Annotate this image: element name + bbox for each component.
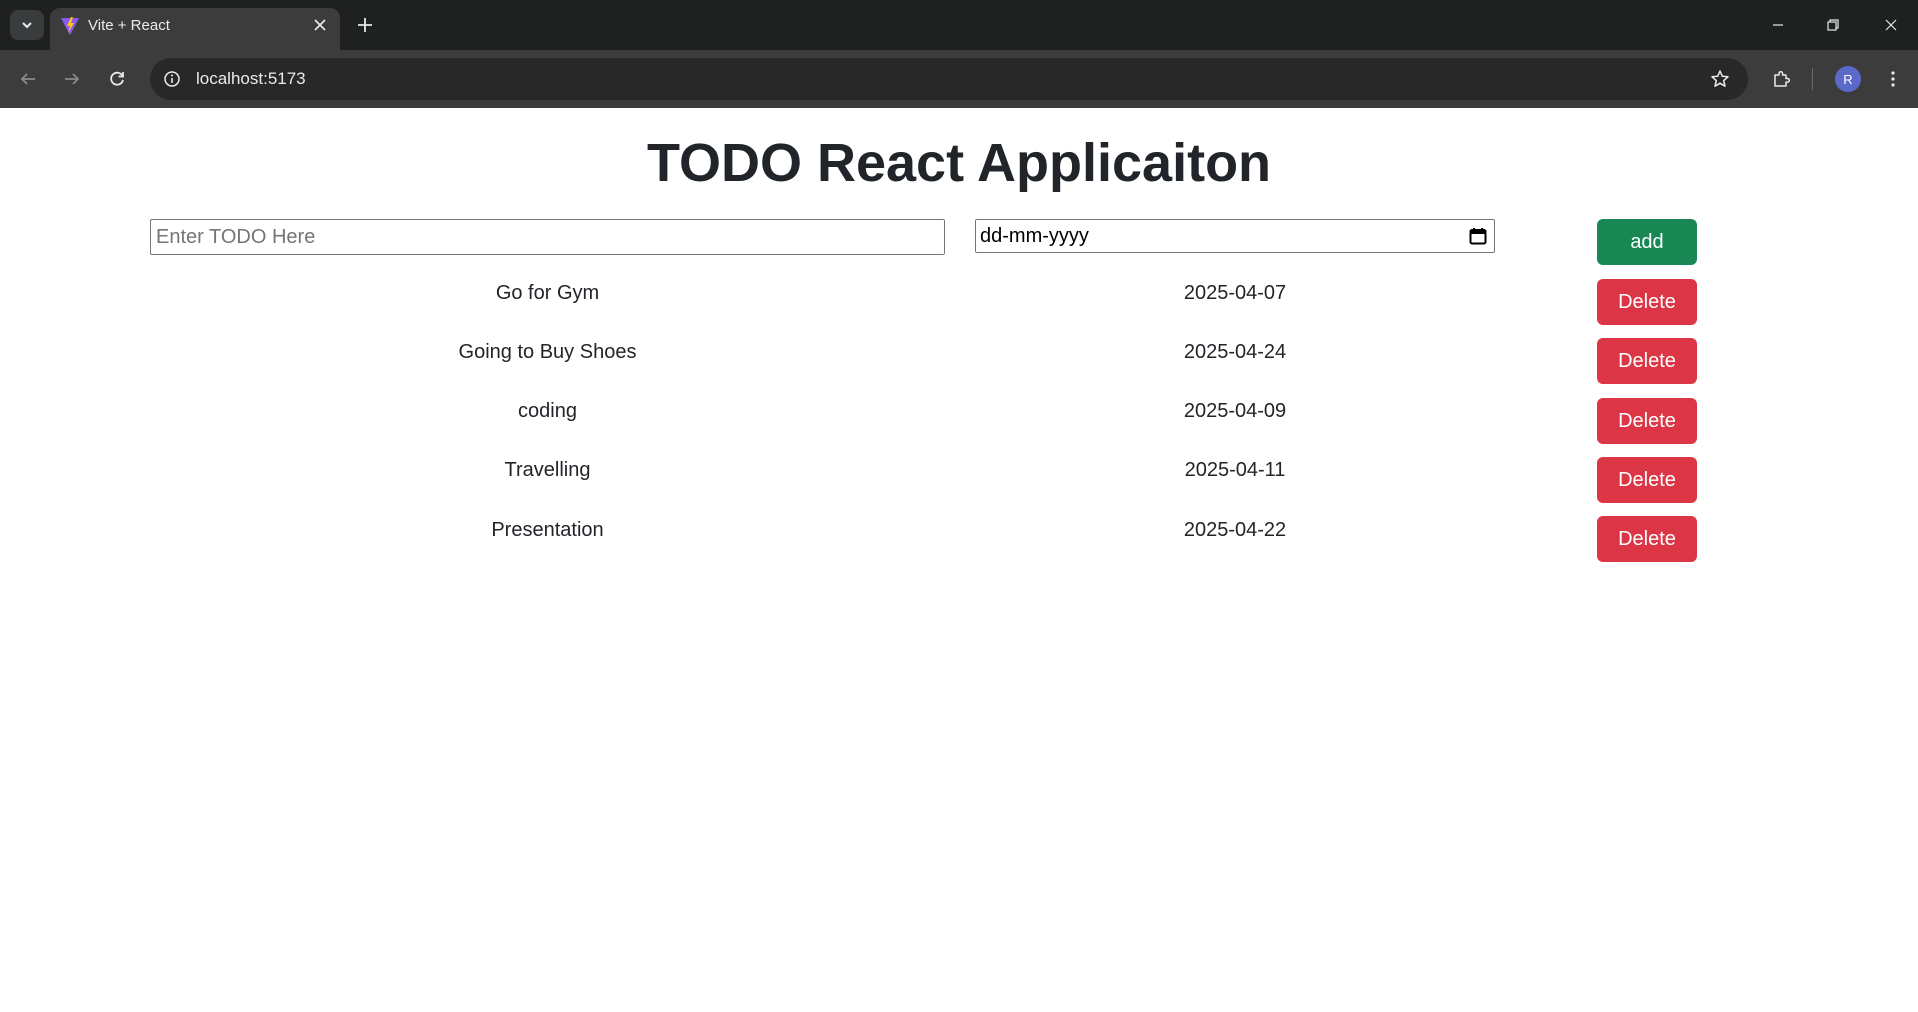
vite-logo-icon bbox=[61, 17, 79, 35]
todo-name-input[interactable] bbox=[150, 219, 945, 255]
window-close-button[interactable] bbox=[1876, 10, 1906, 40]
url-text: localhost:5173 bbox=[196, 69, 306, 88]
close-icon bbox=[314, 19, 326, 31]
close-icon bbox=[1885, 19, 1897, 31]
more-vert-icon bbox=[1891, 71, 1895, 87]
todo-name: Going to Buy Shoes bbox=[458, 341, 637, 363]
calendar-icon bbox=[1469, 228, 1487, 245]
tab-search-button[interactable] bbox=[10, 10, 44, 40]
date-placeholder: dd-mm-yyyy bbox=[980, 225, 1089, 247]
todo-date: 2025-04-07 bbox=[1183, 282, 1287, 304]
delete-button[interactable]: Delete bbox=[1597, 338, 1697, 384]
browser-tab-strip: Vite + React bbox=[0, 0, 1918, 50]
forward-button[interactable] bbox=[56, 63, 88, 95]
tab-close-button[interactable] bbox=[310, 15, 330, 35]
todo-date-input[interactable]: dd-mm-yyyy bbox=[975, 219, 1495, 253]
delete-button[interactable]: Delete bbox=[1597, 398, 1697, 444]
arrow-left-icon bbox=[20, 73, 35, 85]
browser-toolbar: localhost:5173 R bbox=[0, 50, 1918, 108]
arrow-right-icon bbox=[65, 73, 80, 85]
delete-button[interactable]: Delete bbox=[1597, 457, 1697, 503]
calendar-picker-button[interactable] bbox=[1468, 226, 1488, 246]
page-content: TODO React Applicaiton dd-mm-yyyy add Go… bbox=[0, 108, 1918, 1012]
star-icon bbox=[1711, 70, 1729, 87]
toolbar-divider bbox=[1812, 68, 1813, 90]
delete-button[interactable]: Delete bbox=[1597, 516, 1697, 562]
todo-date: 2025-04-24 bbox=[1183, 341, 1287, 363]
new-tab-button[interactable] bbox=[350, 10, 380, 40]
tab-title: Vite + React bbox=[88, 17, 170, 34]
site-info-button[interactable] bbox=[160, 67, 184, 91]
plus-icon bbox=[358, 18, 372, 32]
profile-avatar[interactable]: R bbox=[1835, 66, 1861, 92]
todo-name: Travelling bbox=[504, 459, 591, 481]
todo-name: coding bbox=[518, 400, 577, 422]
chevron-down-icon bbox=[22, 22, 32, 29]
todo-date: 2025-04-09 bbox=[1183, 400, 1287, 422]
reload-icon bbox=[110, 71, 124, 86]
reload-button[interactable] bbox=[101, 63, 133, 95]
address-bar[interactable]: localhost:5173 bbox=[150, 58, 1748, 100]
todo-name: Presentation bbox=[491, 519, 604, 541]
bookmark-button[interactable] bbox=[1708, 67, 1732, 91]
info-icon bbox=[164, 71, 180, 87]
page-title: TODO React Applicaiton bbox=[646, 133, 1272, 193]
browser-menu-button[interactable] bbox=[1877, 63, 1909, 95]
todo-date: 2025-04-11 bbox=[1184, 459, 1286, 481]
delete-button[interactable]: Delete bbox=[1597, 279, 1697, 325]
todo-date: 2025-04-22 bbox=[1183, 519, 1287, 541]
puzzle-icon bbox=[1774, 70, 1791, 87]
restore-button[interactable] bbox=[1818, 10, 1848, 40]
add-button[interactable]: add bbox=[1597, 219, 1697, 265]
back-button[interactable] bbox=[12, 63, 44, 95]
todo-name: Go for Gym bbox=[495, 282, 600, 304]
minimize-button[interactable] bbox=[1763, 10, 1793, 40]
active-tab[interactable]: Vite + React bbox=[50, 8, 340, 50]
extensions-button[interactable] bbox=[1766, 63, 1798, 95]
minimize-icon bbox=[1773, 24, 1783, 26]
restore-icon bbox=[1827, 19, 1839, 31]
